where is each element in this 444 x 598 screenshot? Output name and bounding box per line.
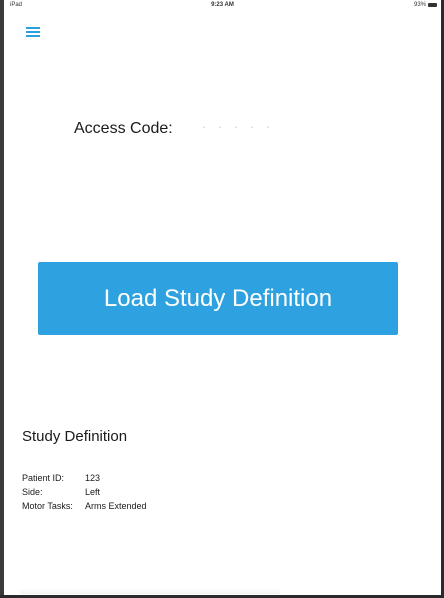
hamburger-menu-icon[interactable] (26, 26, 40, 38)
study-definition-title: Study Definition (22, 428, 128, 445)
status-bar: iPad 9:23 AM 93% (4, 0, 441, 12)
scan-edge-left (0, 0, 4, 598)
detail-value: 123 (85, 473, 101, 483)
detail-key: Side: (22, 487, 43, 497)
load-study-definition-button[interactable]: Load Study Definition (38, 262, 398, 335)
study-details: Patient ID: 123 Side: Left Motor Tasks: … (22, 471, 147, 513)
status-battery: 93% (414, 2, 437, 8)
app-screen: iPad 9:23 AM 93% Access Code: Load Study… (0, 0, 444, 598)
status-time: 9:23 AM (211, 2, 234, 8)
detail-row-patient-id: Patient ID: 123 (22, 471, 147, 485)
detail-value: Arms Extended (85, 501, 147, 511)
battery-percent: 93% (413, 2, 426, 8)
detail-key: Motor Tasks: (22, 501, 73, 511)
detail-row-motor-tasks: Motor Tasks: Arms Extended (22, 499, 147, 513)
detail-row-side: Side: Left (22, 485, 147, 499)
access-code-label: Access Code: (74, 120, 173, 137)
detail-value: Left (85, 487, 101, 497)
battery-icon (428, 3, 437, 7)
bottom-shadow (20, 588, 280, 594)
detail-key: Patient ID: (22, 473, 65, 483)
access-code-input[interactable] (200, 112, 404, 140)
